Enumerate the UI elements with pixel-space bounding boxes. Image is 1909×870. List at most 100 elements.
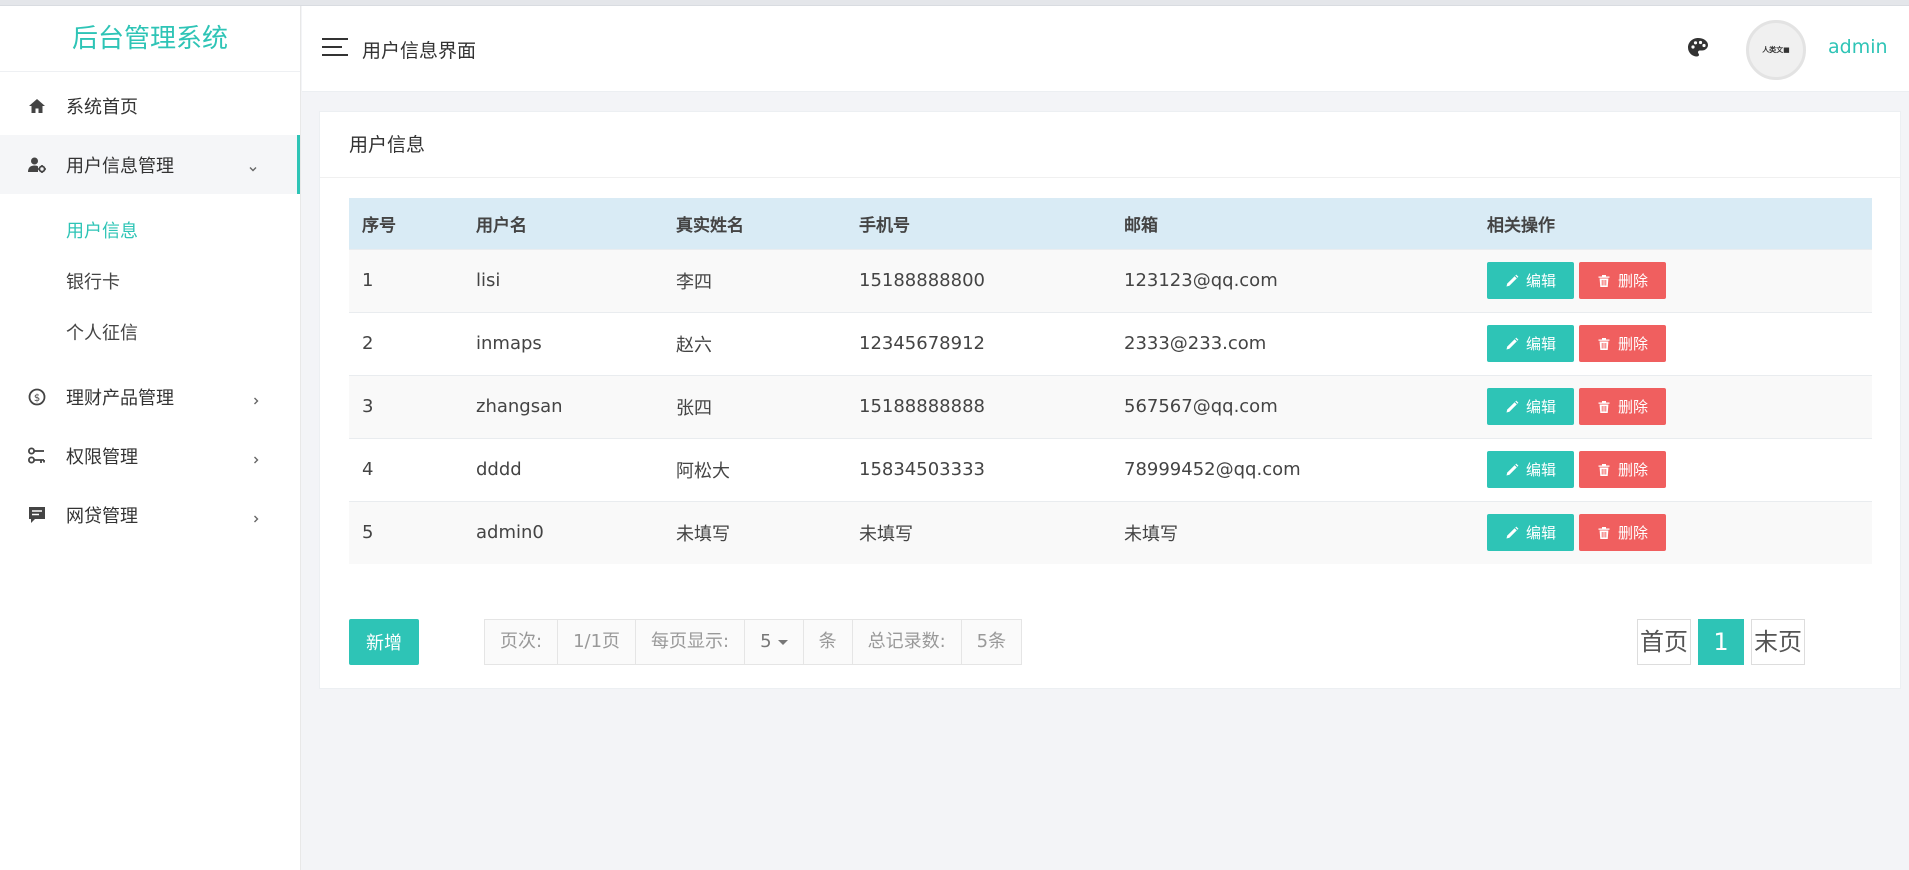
cell-username: dddd: [463, 437, 663, 501]
table-header-row: 序号 用户名 真实姓名 手机号 邮箱 相关操作: [349, 198, 1872, 249]
delete-button[interactable]: 删除: [1579, 514, 1666, 552]
chevron-right-icon: [250, 509, 262, 522]
cell-phone: 15188888888: [846, 374, 1111, 438]
brand-title: 后台管理系统: [0, 6, 300, 72]
page-value: 1/1页: [558, 620, 637, 664]
user-info-card: 用户信息 序号 用户名 真实姓名 手机号 邮箱 相关操作 1 lisi 李四 1518…: [319, 111, 1901, 689]
cell-real-name: 赵六: [663, 311, 846, 375]
cell-index: 2: [349, 311, 463, 375]
edit-button[interactable]: 编辑: [1487, 325, 1574, 362]
sidebar-subitem-user-info[interactable]: 用户信息: [0, 206, 300, 257]
edit-button[interactable]: 编辑: [1487, 262, 1574, 299]
cell-actions: 编辑 删除: [1474, 248, 1872, 312]
username[interactable]: admin: [1828, 36, 1888, 58]
page-number-button[interactable]: 1: [1698, 619, 1744, 665]
pencil-icon: [1505, 400, 1526, 414]
cell-index: 3: [349, 374, 463, 438]
cell-username: lisi: [463, 248, 663, 312]
cell-phone: 15834503333: [846, 437, 1111, 501]
chevron-down-icon: [247, 159, 259, 171]
sidebar: 后台管理系统 系统首页 用户信息管理 用户信息 银行卡 个人征信 $ 理财产品管…: [0, 6, 301, 870]
sidebar-item-home[interactable]: 系统首页: [0, 76, 300, 135]
cell-real-name: 张四: [663, 374, 846, 438]
menu-toggle-icon[interactable]: [322, 38, 348, 60]
pagination: 首页 1 末页: [1637, 619, 1805, 665]
edit-label: 编辑: [1525, 272, 1556, 290]
pencil-icon: [1505, 526, 1526, 540]
per-page-select[interactable]: 5: [745, 620, 804, 664]
edit-button[interactable]: 编辑: [1487, 451, 1574, 488]
pencil-icon: [1505, 337, 1526, 351]
top-border: [0, 0, 1909, 6]
chevron-right-icon: [250, 450, 262, 463]
sidebar-item-loans[interactable]: 网贷管理: [0, 485, 300, 544]
sidebar-subitem-bank-card[interactable]: 银行卡: [0, 257, 300, 308]
pencil-icon: [1505, 463, 1526, 477]
cell-index: 5: [349, 500, 463, 564]
sidebar-item-label: 权限管理: [66, 446, 138, 468]
card-title: 用户信息: [320, 112, 1900, 178]
delete-button[interactable]: 删除: [1579, 325, 1666, 362]
column-header: 邮箱: [1124, 215, 1158, 236]
user-settings-icon: [26, 154, 48, 176]
edit-button[interactable]: 编辑: [1487, 514, 1574, 552]
caret-down-icon: [777, 639, 788, 645]
sidebar-item-permissions[interactable]: 权限管理: [0, 426, 300, 485]
per-page-unit: 条: [804, 620, 853, 664]
cell-username: zhangsan: [463, 374, 663, 438]
pager-info: 页次: 1/1页 每页显示: 5 条 总记录数: 5条: [484, 619, 1023, 665]
sidebar-item-label: 用户信息管理: [66, 155, 174, 177]
edit-label: 编辑: [1525, 335, 1556, 353]
sidebar-subitem-credit[interactable]: 个人征信: [0, 308, 300, 359]
page-title: 用户信息界面: [362, 40, 477, 62]
trash-icon: [1597, 274, 1618, 288]
delete-button[interactable]: 删除: [1579, 451, 1666, 488]
cell-email: 123123@qq.com: [1111, 248, 1474, 312]
cell-phone: 未填写: [846, 500, 1111, 564]
table-row: 3 zhangsan 张四 15188888888 567567@qq.com 编辑 删除: [349, 374, 1872, 438]
delete-button[interactable]: 删除: [1579, 262, 1666, 299]
delete-button[interactable]: 删除: [1579, 388, 1666, 425]
first-page-button[interactable]: 首页: [1637, 619, 1691, 665]
avatar-text: 人类文■: [1762, 46, 1790, 54]
column-header: 序号: [362, 215, 396, 236]
column-header: 真实姓名: [676, 215, 744, 236]
cell-real-name: 阿松大: [663, 437, 846, 501]
svg-text:$: $: [34, 393, 40, 404]
cell-username: admin0: [463, 500, 663, 564]
cell-email: 78999452@qq.com: [1111, 437, 1474, 501]
delete-label: 删除: [1617, 398, 1648, 416]
sidebar-item-user-management[interactable]: 用户信息管理: [0, 135, 300, 194]
last-page-button[interactable]: 末页: [1751, 619, 1805, 665]
cell-phone: 15188888800: [846, 248, 1111, 312]
palette-icon[interactable]: [1686, 36, 1710, 60]
sidebar-item-label: 网贷管理: [66, 505, 138, 527]
table-row: 1 lisi 李四 15188888800 123123@qq.com 编辑 删除: [349, 248, 1872, 312]
cell-email: 未填写: [1111, 500, 1474, 564]
header-bar: 用户信息界面 人类文■ admin: [302, 6, 1909, 92]
cell-real-name: 未填写: [663, 500, 846, 564]
finance-icon: $: [26, 386, 48, 408]
column-header: 手机号: [859, 215, 910, 236]
edit-label: 编辑: [1525, 461, 1556, 479]
cell-index: 1: [349, 248, 463, 312]
trash-icon: [1597, 463, 1618, 477]
trash-icon: [1597, 400, 1618, 414]
edit-label: 编辑: [1525, 398, 1556, 416]
total-value: 5条: [976, 631, 1007, 652]
cell-username: inmaps: [463, 311, 663, 375]
sidebar-item-label: 系统首页: [66, 96, 138, 118]
table-row: 4 dddd 阿松大 15834503333 78999452@qq.com 编辑 删除: [349, 437, 1872, 501]
column-header: 相关操作: [1487, 215, 1555, 236]
add-button[interactable]: 新增: [349, 619, 419, 665]
permission-key-icon: [26, 445, 48, 467]
cell-index: 4: [349, 437, 463, 501]
avatar[interactable]: 人类文■: [1746, 20, 1806, 80]
sidebar-item-finance-products[interactable]: $ 理财产品管理: [0, 367, 300, 426]
delete-label: 删除: [1617, 272, 1648, 290]
trash-icon: [1597, 337, 1618, 351]
edit-button[interactable]: 编辑: [1487, 388, 1574, 425]
submenu-user-management: 用户信息 银行卡 个人征信: [0, 194, 300, 367]
per-page-label: 每页显示:: [636, 620, 746, 664]
cell-real-name: 李四: [663, 248, 846, 312]
